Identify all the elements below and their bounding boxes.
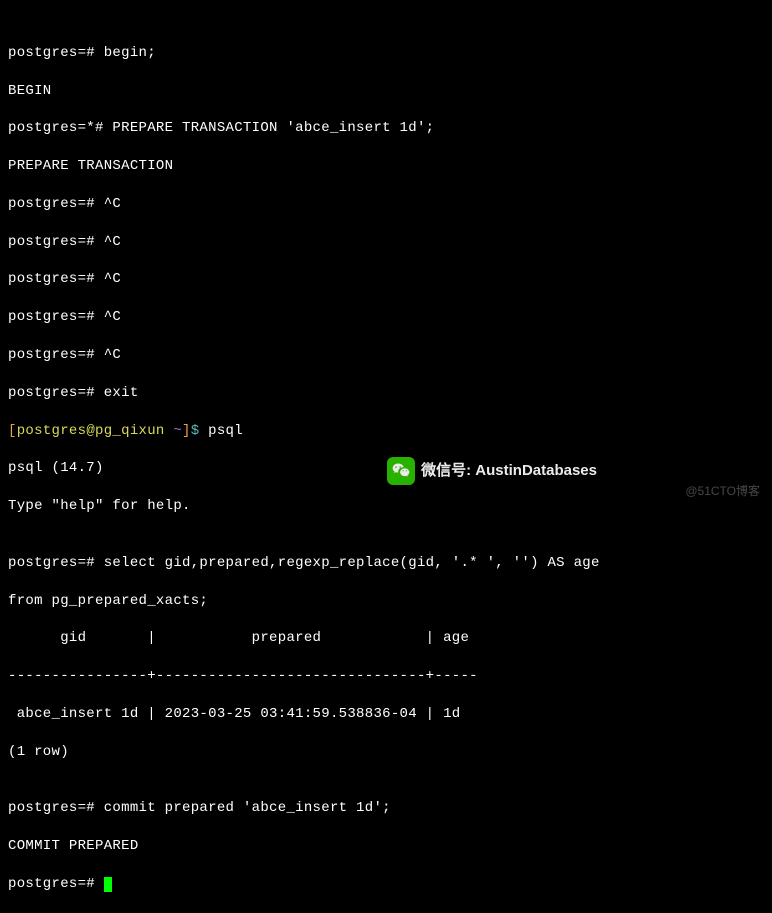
terminal-line: postgres=# ^C — [8, 195, 764, 214]
bracket-close: ] — [182, 423, 191, 439]
terminal-line: postgres=*# PREPARE TRANSACTION 'abce_in… — [8, 119, 764, 138]
terminal-line: postgres=# ^C — [8, 346, 764, 365]
terminal-output[interactable]: postgres=# begin; BEGIN postgres=*# PREP… — [8, 6, 764, 913]
command: psql — [208, 423, 243, 439]
wechat-icon — [387, 457, 415, 485]
cto-watermark: @51CTO博客 — [685, 483, 760, 499]
terminal-line: postgres=# exit — [8, 384, 764, 403]
terminal-line: BEGIN — [8, 82, 764, 101]
terminal-line: postgres=# begin; — [8, 44, 764, 63]
terminal-line: PREPARE TRANSACTION — [8, 157, 764, 176]
terminal-line: postgres=# commit prepared 'abce_insert … — [8, 799, 764, 818]
tilde: ~ — [173, 423, 182, 439]
terminal-line: postgres=# ^C — [8, 270, 764, 289]
cursor — [104, 877, 112, 892]
terminal-line: from pg_prepared_xacts; — [8, 592, 764, 611]
prompt-text: postgres=# — [8, 876, 104, 892]
bracket-open: [ — [8, 423, 17, 439]
prompt-line[interactable]: postgres=# — [8, 875, 764, 894]
user-host: postgres@pg_qixun — [17, 423, 174, 439]
terminal-line: COMMIT PREPARED — [8, 837, 764, 856]
table-row: abce_insert 1d | 2023-03-25 03:41:59.538… — [8, 705, 764, 724]
terminal-line: postgres=# select gid,prepared,regexp_re… — [8, 554, 764, 573]
terminal-line: postgres=# ^C — [8, 233, 764, 252]
terminal-line: psql (14.7) — [8, 459, 764, 478]
terminal-line: postgres=# ^C — [8, 308, 764, 327]
watermark-label: 微信号: AustinDatabases — [421, 461, 597, 481]
table-divider: ----------------+-----------------------… — [8, 667, 764, 686]
terminal-line: Type "help" for help. — [8, 497, 764, 516]
table-header: gid | prepared | age — [8, 629, 764, 648]
row-count: (1 row) — [8, 743, 764, 762]
shell-prompt-line: [postgres@pg_qixun ~]$ psql — [8, 422, 764, 441]
wechat-watermark: 微信号: AustinDatabases — [387, 457, 597, 485]
dollar: $ — [191, 423, 208, 439]
